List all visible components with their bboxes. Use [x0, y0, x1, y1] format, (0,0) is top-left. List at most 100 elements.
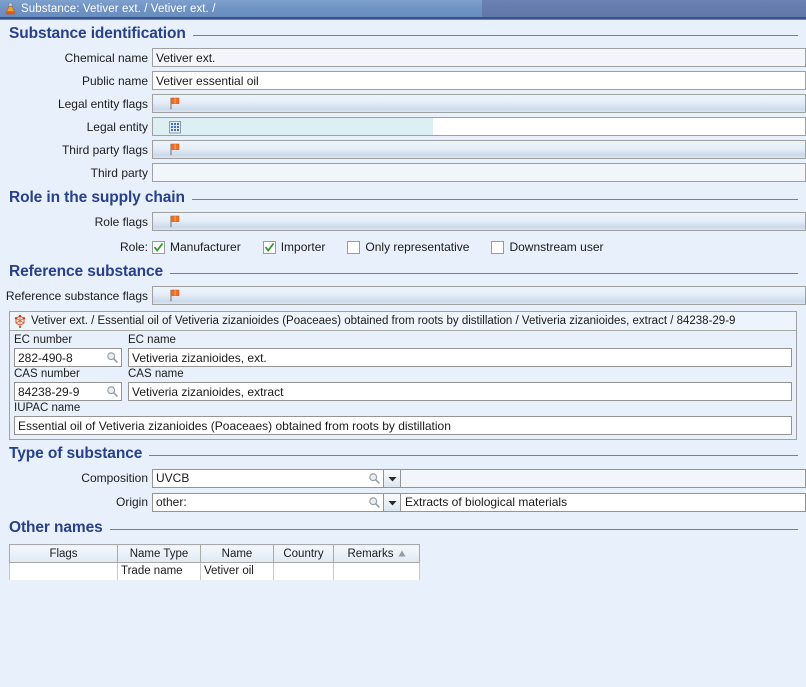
label-reference-substance-flags: Reference substance flags — [5, 288, 148, 303]
column-header-name-type[interactable]: Name Type — [117, 544, 201, 563]
section-title: Reference substance — [9, 263, 164, 280]
label-ec-name: EC name — [128, 334, 176, 346]
origin-dropdown-button[interactable] — [384, 492, 401, 512]
iupac-name-value: Essential oil of Vetiveria zizanioides (… — [18, 418, 451, 433]
column-header-label: Name Type — [129, 547, 189, 560]
section-header-substance-identification: Substance identification — [0, 25, 806, 43]
reference-substance-header-text: Vetiver ext. / Essential oil of Vetiveri… — [31, 315, 736, 327]
legal-entity-flags-field[interactable] — [152, 94, 806, 113]
section-header-reference-substance: Reference substance — [0, 263, 806, 281]
composition-input[interactable]: UVCB — [152, 468, 384, 488]
legal-entity-field[interactable] — [152, 117, 806, 136]
field-row-role-flags: Role flags — [0, 210, 806, 233]
flag-icon[interactable] — [169, 289, 181, 302]
column-header-name[interactable]: Name — [200, 544, 274, 563]
composition-detail-field[interactable] — [401, 468, 806, 488]
column-header-flags[interactable]: Flags — [9, 544, 118, 563]
cell-name: Vetiver oil — [200, 562, 274, 580]
table-row[interactable]: Trade name Vetiver oil — [9, 562, 420, 580]
label-composition: Composition — [81, 471, 148, 485]
checkbox-box[interactable] — [262, 240, 276, 254]
cas-name-value: Vetiveria zizanioides, extract — [132, 384, 284, 399]
table-header-row: Flags Name Type Name Country Remarks — [9, 544, 420, 563]
row-ec-labels: EC number EC name — [14, 333, 792, 348]
section-rule — [109, 529, 798, 530]
checkbox-importer[interactable]: Importer — [262, 240, 326, 254]
magnifier-icon[interactable] — [106, 385, 119, 398]
flask-icon — [4, 2, 17, 15]
check-icon — [153, 242, 164, 252]
flag-icon[interactable] — [169, 215, 181, 228]
other-names-table-wrapper: Flags Name Type Name Country Remarks Tra… — [9, 544, 797, 580]
cas-name-input[interactable]: Vetiveria zizanioides, extract — [128, 382, 792, 401]
building-icon — [169, 120, 182, 134]
section-title: Other names — [9, 519, 103, 536]
field-row-third-party: Third party — [0, 161, 806, 184]
magnifier-icon[interactable] — [368, 496, 381, 509]
flag-icon[interactable] — [169, 143, 181, 156]
third-party-input[interactable] — [152, 163, 806, 182]
role-flags-field[interactable] — [152, 212, 806, 231]
form-page: Substance identification Chemical name V… — [0, 20, 806, 687]
column-header-label: Name — [221, 547, 253, 560]
iupac-name-input[interactable]: Essential oil of Vetiveria zizanioides (… — [14, 416, 792, 435]
label-iupac-name: IUPAC name — [14, 402, 81, 414]
label-origin: Origin — [115, 495, 148, 509]
label-role: Role: — [119, 240, 148, 254]
section-title: Substance identification — [9, 25, 186, 42]
flag-icon[interactable] — [169, 97, 181, 110]
origin-value: other: — [156, 495, 187, 509]
section-header-role-in-supply-chain: Role in the supply chain — [0, 189, 806, 207]
checkbox-label: Manufacturer — [170, 240, 241, 254]
column-header-label: Remarks — [347, 547, 394, 560]
field-row-legal-entity-flags: Legal entity flags — [0, 92, 806, 115]
label-cas-number: CAS number — [14, 368, 80, 380]
composition-value: UVCB — [156, 471, 190, 485]
cas-number-value: 84238-29-9 — [18, 384, 80, 399]
checkbox-box[interactable] — [152, 240, 165, 254]
cell-remarks — [333, 562, 420, 580]
label-role-flags: Role flags — [94, 214, 148, 229]
magnifier-icon[interactable] — [368, 472, 381, 485]
title-bar-right-fill — [482, 0, 806, 17]
label-third-party: Third party — [90, 165, 148, 180]
column-header-country[interactable]: Country — [273, 544, 334, 563]
origin-detail-field[interactable]: Extracts of biological materials — [401, 492, 806, 512]
check-icon — [264, 242, 274, 252]
reference-substance-header[interactable]: Vetiver ext. / Essential oil of Vetiveri… — [10, 312, 796, 331]
chemical-name-input[interactable]: Vetiver ext. — [152, 48, 806, 67]
field-row-origin: Origin other: Extracts of biological mat… — [0, 490, 806, 514]
checkbox-label: Downstream user — [509, 240, 604, 254]
section-rule — [149, 455, 798, 456]
ec-name-value: Vetiveria zizanioides, ext. — [132, 350, 267, 365]
origin-input[interactable]: other: — [152, 492, 384, 512]
row-ec-inputs: 282-490-8 Vetiveria zizanioides, ext. — [14, 348, 792, 367]
section-rule — [191, 199, 798, 200]
ec-number-input[interactable]: 282-490-8 — [14, 348, 122, 367]
checkbox-downstream-user[interactable]: Downstream user — [491, 240, 603, 254]
section-rule — [170, 273, 798, 274]
magnifier-icon[interactable] — [106, 351, 119, 364]
label-public-name: Public name — [81, 73, 148, 88]
field-row-third-party-flags: Third party flags — [0, 138, 806, 161]
legal-entity-value-area[interactable] — [153, 118, 433, 135]
section-title: Type of substance — [9, 445, 143, 462]
cas-number-input[interactable]: 84238-29-9 — [14, 382, 122, 401]
column-header-label: Country — [283, 547, 324, 560]
label-legal-entity: Legal entity — [86, 119, 148, 134]
checkbox-box[interactable] — [347, 240, 361, 254]
column-header-remarks[interactable]: Remarks — [333, 544, 420, 563]
field-row-composition: Composition UVCB — [0, 466, 806, 490]
composition-dropdown-button[interactable] — [384, 468, 401, 488]
column-header-label: Flags — [49, 547, 78, 560]
cell-country — [273, 562, 334, 580]
ec-name-input[interactable]: Vetiveria zizanioides, ext. — [128, 348, 792, 367]
checkbox-label: Importer — [280, 240, 326, 254]
molecule-icon — [14, 314, 26, 328]
third-party-flags-field[interactable] — [152, 140, 806, 159]
checkbox-box[interactable] — [491, 240, 505, 254]
reference-substance-flags-field[interactable] — [152, 286, 806, 305]
public-name-input[interactable]: Vetiver essential oil — [152, 71, 806, 90]
checkbox-manufacturer[interactable]: Manufacturer — [152, 240, 241, 254]
checkbox-only-representative[interactable]: Only representative — [347, 240, 469, 254]
